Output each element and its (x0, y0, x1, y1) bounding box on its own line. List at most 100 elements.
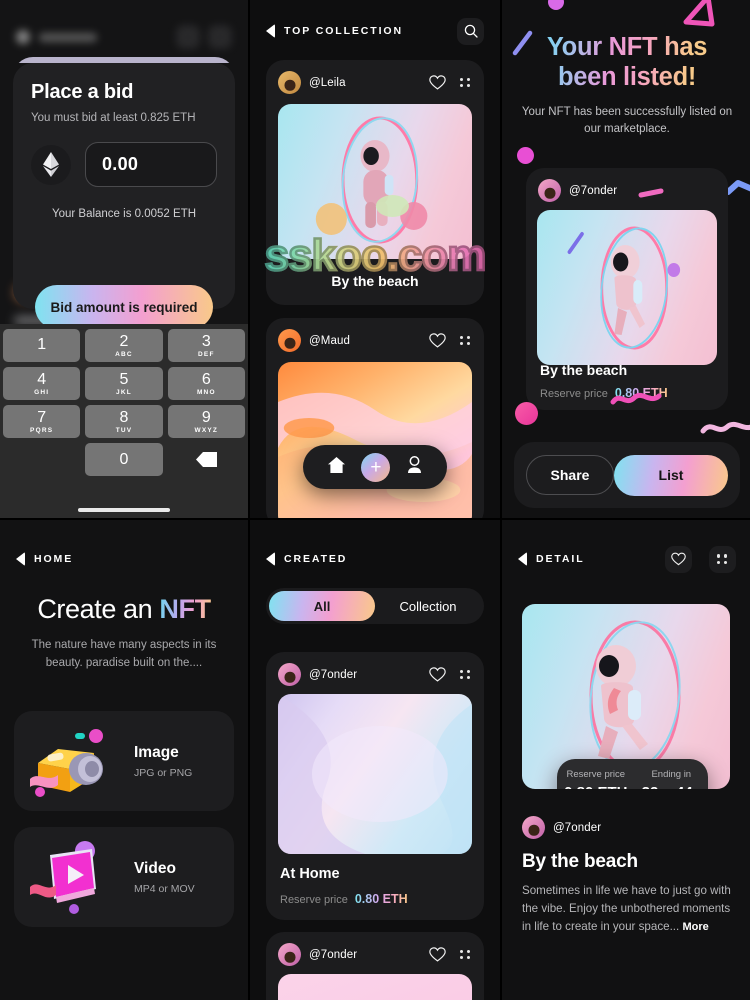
listed-nft-card[interactable]: @7onder By the beach Reserve price 0.80 … (526, 168, 728, 410)
key-4[interactable]: 4 GHI (3, 367, 81, 400)
option-title: Image (134, 743, 179, 761)
listed-title: Your NFT has been listed! (520, 32, 734, 92)
list-button[interactable]: List (613, 454, 728, 496)
nav-title: HOME (34, 553, 74, 565)
reserve-price-label: Reserve price (280, 894, 348, 906)
key-3[interactable]: 3 DEF (167, 329, 245, 362)
four-dots-icon[interactable] (460, 949, 471, 960)
avatar (278, 943, 301, 966)
person-icon[interactable] (406, 455, 423, 479)
search-icon[interactable] (457, 17, 484, 45)
key-digit: 7 (37, 408, 47, 426)
page-title-plain: Create an (37, 594, 160, 624)
option-subtitle: MP4 or MOV (134, 882, 195, 895)
detail-username: @7onder (553, 821, 602, 834)
more-link[interactable]: More (682, 921, 708, 933)
heart-icon[interactable] (429, 332, 446, 349)
home-icon[interactable] (327, 456, 346, 479)
back-triangle-icon[interactable] (266, 24, 275, 38)
plus-icon[interactable]: + (361, 452, 391, 482)
avatar (538, 179, 561, 202)
detail-creator-row[interactable]: @7onder (522, 816, 732, 839)
key-letters: WXYZ (194, 426, 219, 434)
heart-icon[interactable] (429, 666, 446, 683)
key-digit: 0 (119, 450, 129, 468)
bid-amount-input[interactable]: 0.00 (85, 142, 217, 187)
back-triangle-icon[interactable] (266, 552, 275, 566)
key-6[interactable]: 6 MNO (167, 367, 245, 400)
card-username: @7onder (309, 668, 358, 681)
four-dots-icon[interactable] (709, 545, 736, 573)
page-title: Create an NFT (22, 594, 226, 625)
nft-image (278, 694, 472, 854)
heart-icon[interactable] (665, 545, 692, 573)
card-username: @Leila (309, 76, 346, 89)
key-9[interactable]: 9 WXYZ (167, 405, 245, 438)
collection-card[interactable]: @Leila By the beach (266, 60, 484, 305)
panel-created: CREATED All Collection @7onder At Home R… (250, 520, 500, 1000)
tab-all[interactable]: All (269, 591, 375, 621)
nav-title: TOP COLLECTION (284, 25, 403, 37)
back-triangle-icon[interactable] (518, 552, 527, 566)
create-option-video[interactable]: Video MP4 or MOV (14, 827, 234, 927)
key-8[interactable]: 8 TUV (85, 405, 163, 438)
card-username: @7onder (309, 948, 358, 961)
panel-create-nft: HOME Create an NFT The nature have many … (0, 520, 248, 1000)
key-5[interactable]: 5 JKL (85, 367, 163, 400)
keypad-row: 7 PQRS 8 TUV 9 WXYZ (3, 405, 245, 438)
key-digit: 5 (119, 370, 129, 388)
page-title-accent: NFT (159, 594, 211, 624)
share-button[interactable]: Share (526, 455, 614, 495)
key-2[interactable]: 2 ABC (85, 329, 163, 362)
key-digit: 9 (201, 408, 211, 426)
back-triangle-icon[interactable] (16, 552, 25, 566)
detail-header: DETAIL (502, 520, 750, 573)
bid-sheet: Place a bid You must bid at least 0.825 … (13, 57, 235, 329)
key-7[interactable]: 7 PQRS (3, 405, 81, 438)
four-dots-icon[interactable] (460, 669, 471, 680)
ending-in-value: 32m 44s (642, 784, 701, 789)
option-subtitle: JPG or PNG (134, 766, 193, 779)
key-1[interactable]: 1 (3, 329, 81, 362)
panel-detail: DETAIL Reserve price Ending in @7onder B… (502, 520, 750, 1000)
four-dots-icon[interactable] (460, 335, 471, 346)
key-letters: MNO (196, 388, 216, 396)
ethereum-diamond-icon (31, 144, 71, 185)
avatar (278, 71, 301, 94)
blurred-app-header (0, 22, 248, 52)
key-letters: JKL (116, 388, 132, 396)
nav-title: CREATED (284, 553, 348, 565)
bid-warning-button[interactable]: Bid amount is required (35, 285, 213, 329)
card-title: By the beach (540, 362, 628, 378)
detail-nft-image: Reserve price 0.80 ETH Ending in 32m 44s (522, 604, 730, 789)
created-header: CREATED (250, 520, 500, 572)
create-option-image[interactable]: Image JPG or PNG (14, 711, 234, 811)
four-dots-icon[interactable] (460, 77, 471, 88)
tab-collection[interactable]: Collection (375, 591, 481, 621)
key-digit: 6 (201, 370, 211, 388)
key-letters: GHI (34, 388, 50, 396)
created-card[interactable]: @7onder At Home Reserve price 0.80 ETH (266, 652, 484, 920)
key-letters: ABC (115, 350, 133, 358)
create-header: HOME (0, 520, 248, 572)
nft-image (278, 104, 472, 259)
backspace-icon[interactable] (168, 443, 245, 476)
avatar (522, 816, 545, 839)
reserve-price-value: 0.80 ETH (564, 784, 627, 789)
listed-title-line2: been listed! (557, 63, 697, 92)
key-digit: 8 (119, 408, 129, 426)
detail-title: By the beach (522, 851, 638, 872)
heart-icon[interactable] (429, 74, 446, 91)
home-indicator (78, 508, 170, 512)
numeric-keypad: 1 2 ABC 3 DEF 4 GHI 5 JKL 6 MNO 7 PQRS 8 TUV 9W… (0, 324, 248, 518)
key-0[interactable]: 0 (85, 443, 163, 476)
nft-image (278, 362, 472, 518)
key-letters: TUV (115, 426, 133, 434)
card-title: By the beach (331, 273, 419, 289)
key-digit: 2 (119, 332, 129, 350)
created-card[interactable]: @7onder (266, 932, 484, 1000)
key-digit: 3 (201, 332, 211, 350)
top-collection-header: TOP COLLECTION (250, 0, 500, 56)
card-username: @Maud (309, 334, 350, 347)
heart-icon[interactable] (429, 946, 446, 963)
